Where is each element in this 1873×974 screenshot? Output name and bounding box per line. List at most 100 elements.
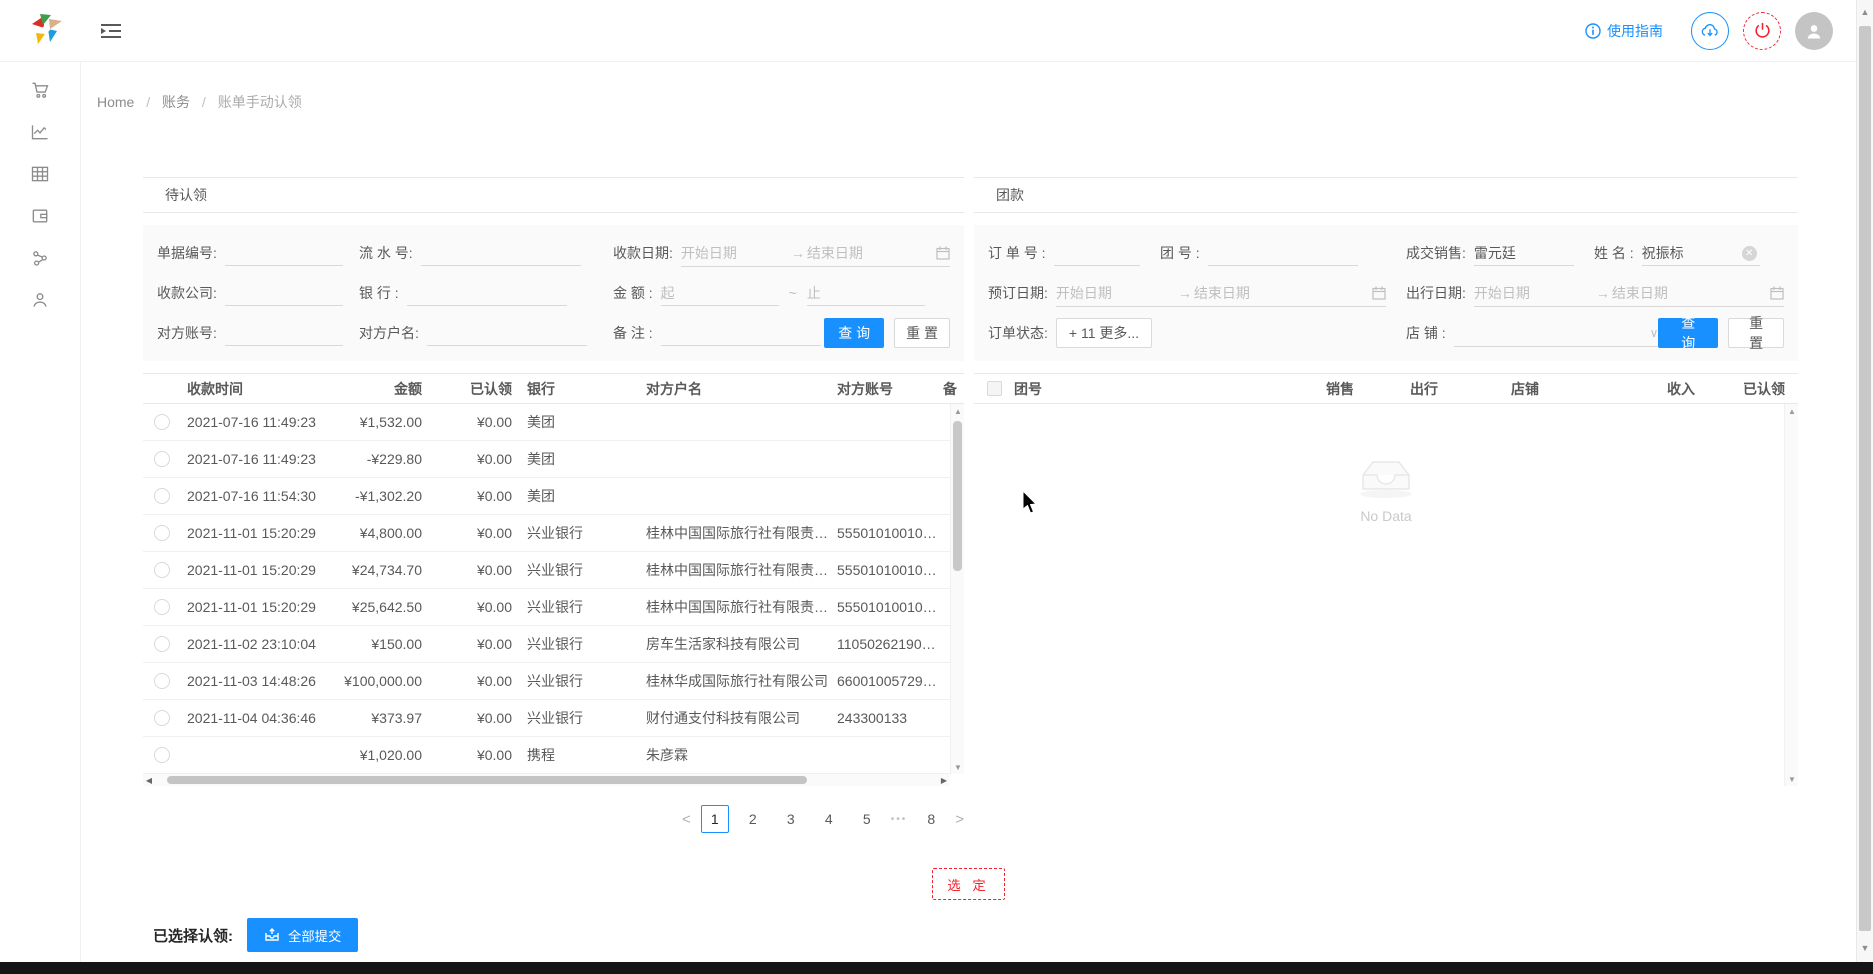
- group-search-button[interactable]: 查 询: [1658, 318, 1718, 348]
- group-table: 团号 销售 出行 店铺 收入 已认领 No Data ▲▼: [974, 373, 1798, 786]
- cart-icon[interactable]: [30, 80, 50, 100]
- receipt-date-range[interactable]: →: [681, 239, 950, 267]
- pagination-page[interactable]: 5: [853, 805, 881, 833]
- row-radio[interactable]: [154, 710, 170, 726]
- pagination-next[interactable]: >: [955, 811, 964, 828]
- row-radio[interactable]: [154, 451, 170, 467]
- shop-label: 店 铺 :: [1406, 323, 1446, 343]
- menu-fold-icon[interactable]: [100, 22, 122, 40]
- travel-date-range[interactable]: →: [1474, 279, 1784, 307]
- pending-table-header: 收款时间 金额 已认领 银行 对方户名 对方账号 备: [143, 373, 964, 404]
- bottom-taskbar: [0, 962, 1873, 974]
- breadcrumb-current: 账单手动认领: [218, 94, 302, 110]
- row-radio[interactable]: [154, 525, 170, 541]
- wallet-icon[interactable]: [30, 206, 50, 226]
- shop-select[interactable]: ∨: [1454, 319, 1659, 347]
- pagination-page[interactable]: 4: [815, 805, 843, 833]
- row-radio[interactable]: [154, 636, 170, 652]
- user-avatar-icon: [1804, 21, 1824, 41]
- book-date-range[interactable]: →: [1056, 279, 1386, 307]
- table-row: 2021-07-16 11:49:23 -¥229.80 ¥0.00 美团: [143, 441, 964, 478]
- document-no-input[interactable]: [225, 240, 343, 266]
- line-chart-icon[interactable]: [30, 122, 50, 142]
- receipt-date-end-input[interactable]: [807, 240, 915, 266]
- group-table-vscrollbar[interactable]: ▲▼: [1784, 404, 1798, 786]
- pending-reset-button[interactable]: 重 置: [894, 318, 950, 348]
- receipt-date-start-input[interactable]: [681, 240, 789, 266]
- logout-button[interactable]: [1743, 12, 1781, 50]
- page-vscrollbar[interactable]: ▲▼: [1856, 0, 1873, 962]
- select-all-checkbox[interactable]: [987, 381, 1002, 396]
- amount-to-input[interactable]: [807, 280, 925, 306]
- order-status-label: 订单状态:: [988, 323, 1048, 343]
- breadcrumb-accounting[interactable]: 账务: [162, 94, 190, 110]
- pagination-page[interactable]: 1: [701, 805, 729, 833]
- table-row: 2021-11-03 14:48:26 ¥100,000.00 ¥0.00 兴业…: [143, 663, 964, 700]
- cloud-download-icon: [1700, 21, 1720, 41]
- travel-date-end-input[interactable]: [1612, 280, 1732, 306]
- confirm-select-button[interactable]: 选 定: [932, 868, 1004, 900]
- user-icon[interactable]: [30, 290, 50, 310]
- account-input[interactable]: [225, 320, 343, 346]
- clear-name-icon[interactable]: ✕: [1742, 246, 1757, 261]
- bank-input[interactable]: [407, 280, 567, 306]
- amount-from-input[interactable]: [661, 280, 779, 306]
- no-data-text: No Data: [1360, 508, 1411, 524]
- usage-guide-link[interactable]: 使用指南: [1585, 21, 1663, 41]
- travel-date-start-input[interactable]: [1474, 280, 1594, 306]
- selected-claim-label: 已选择认领:: [153, 925, 233, 946]
- pending-table-hscrollbar[interactable]: ◀▶: [143, 774, 950, 786]
- breadcrumb-home[interactable]: Home: [97, 94, 134, 110]
- book-date-end-input[interactable]: [1194, 280, 1314, 306]
- company-label: 收款公司:: [157, 283, 217, 303]
- calendar-icon: [1770, 286, 1784, 300]
- cloud-download-button[interactable]: [1691, 12, 1729, 50]
- pagination-ellipsis[interactable]: •••: [891, 814, 908, 825]
- nodes-icon[interactable]: [30, 248, 50, 268]
- pending-search-button[interactable]: 查 询: [824, 318, 884, 348]
- table-row: 2021-11-01 15:20:29 ¥25,642.50 ¥0.00 兴业银…: [143, 589, 964, 626]
- group-payment-panel: 团款 订 单 号 : 团 号 : 成交销售: 姓 名 :: [974, 177, 1798, 782]
- remark-input[interactable]: [661, 320, 821, 346]
- calendar-icon: [1372, 286, 1386, 300]
- company-input[interactable]: [225, 280, 343, 306]
- pagination-page[interactable]: 3: [777, 805, 805, 833]
- bank-label: 银 行 :: [359, 283, 399, 303]
- no-data-icon: [1353, 454, 1419, 498]
- submit-icon: [264, 927, 280, 943]
- travel-date-label: 出行日期:: [1406, 283, 1466, 303]
- table-row: 2021-07-16 11:49:23 ¥1,532.00 ¥0.00 美团: [143, 404, 964, 441]
- group-no-input[interactable]: [1208, 240, 1358, 266]
- grid-icon[interactable]: [30, 164, 50, 184]
- row-radio[interactable]: [154, 599, 170, 615]
- sales-input[interactable]: [1474, 240, 1574, 266]
- table-row: 2021-11-02 23:10:04 ¥150.00 ¥0.00 兴业银行 房…: [143, 626, 964, 663]
- order-no-input[interactable]: [1054, 240, 1140, 266]
- pagination-page[interactable]: 8: [917, 805, 945, 833]
- serial-no-input[interactable]: [421, 240, 581, 266]
- group-reset-button[interactable]: 重 置: [1728, 318, 1784, 348]
- remark-label: 备 注 :: [613, 323, 653, 343]
- calendar-icon: [936, 246, 950, 260]
- pending-table-vscrollbar[interactable]: ▲▼: [950, 404, 964, 774]
- order-status-more-tag[interactable]: + 11 更多...: [1056, 318, 1152, 348]
- account-label: 对方账号:: [157, 323, 217, 343]
- group-filter-form: 订 单 号 : 团 号 : 成交销售: 姓 名 : ✕: [974, 225, 1798, 361]
- book-date-start-input[interactable]: [1056, 280, 1176, 306]
- row-radio[interactable]: [154, 488, 170, 504]
- table-row: 2021-11-01 15:20:29 ¥24,734.70 ¥0.00 兴业银…: [143, 552, 964, 589]
- receipt-date-label: 收款日期:: [613, 243, 673, 263]
- book-date-label: 预订日期:: [988, 283, 1048, 303]
- row-radio[interactable]: [154, 414, 170, 430]
- account-name-input[interactable]: [427, 320, 587, 346]
- pagination-prev[interactable]: <: [682, 811, 691, 828]
- submit-all-button[interactable]: 全部提交: [247, 918, 358, 952]
- row-radio[interactable]: [154, 673, 170, 689]
- user-avatar[interactable]: [1795, 12, 1833, 50]
- pagination-page[interactable]: 2: [739, 805, 767, 833]
- group-no-label: 团 号 :: [1160, 243, 1200, 263]
- row-radio[interactable]: [154, 747, 170, 763]
- chevron-down-icon: ∨: [1650, 326, 1659, 340]
- row-radio[interactable]: [154, 562, 170, 578]
- app-logo-icon: [26, 11, 66, 51]
